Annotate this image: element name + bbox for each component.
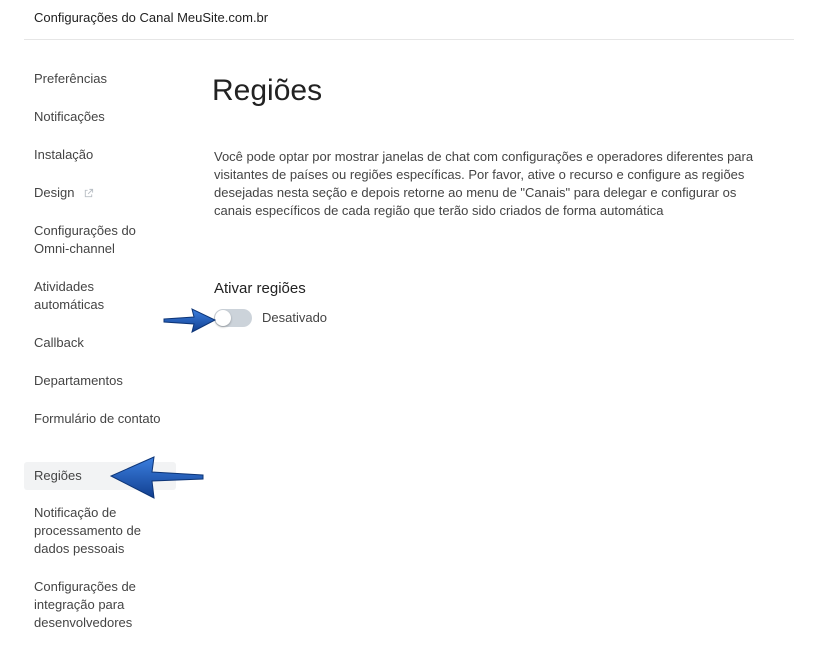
- sidebar-item-atividades-automaticas[interactable]: Atividades automáticas: [24, 278, 176, 314]
- main-content: Regiões Você pode optar por mostrar jane…: [212, 70, 772, 327]
- enable-regions-heading: Ativar regiões: [214, 280, 306, 297]
- sidebar-item-instalacao[interactable]: Instalação: [24, 146, 176, 164]
- sidebar-item-label: Preferências: [34, 71, 107, 86]
- top-bar: Configurações do Canal MeuSite.com.br: [24, 0, 794, 40]
- toggle-status-label: Desativado: [262, 310, 328, 325]
- channel-settings-title: Configurações do Canal MeuSite.com.br: [34, 10, 269, 25]
- sidebar-item-label: Formulário de contato: [34, 411, 161, 426]
- regions-description: Você pode optar por mostrar janelas de c…: [214, 149, 754, 218]
- sidebar-item-departamentos[interactable]: Departamentos: [24, 372, 176, 390]
- sidebar-item-integracao-desenvolvedores[interactable]: Configurações de integração para desenvo…: [24, 578, 176, 632]
- sidebar-item-callback[interactable]: Callback: [24, 334, 176, 352]
- sidebar-item-preferencias[interactable]: Preferências: [24, 70, 176, 88]
- sidebar-item-label: Regiões: [34, 468, 82, 483]
- annotation-arrow-icon: [109, 456, 204, 499]
- sidebar-item-label: Notificações: [34, 109, 105, 124]
- sidebar-item-processamento-dados[interactable]: Notificação de processamento de dados pe…: [24, 504, 176, 558]
- sidebar-item-omni-channel[interactable]: Configurações do Omni-channel: [24, 222, 176, 258]
- sidebar-item-label: Departamentos: [34, 373, 123, 388]
- sidebar-item-label: Notificação de processamento de dados pe…: [34, 505, 141, 556]
- sidebar-item-label: Configurações de integração para desenvo…: [34, 579, 136, 630]
- sidebar-item-label: Callback: [34, 335, 84, 350]
- annotation-arrow-icon: [163, 308, 217, 333]
- sidebar-item-label: Instalação: [34, 147, 94, 162]
- sidebar-item-design[interactable]: Design: [24, 184, 176, 202]
- enable-regions-toggle[interactable]: [214, 309, 252, 327]
- sidebar-item-formulario-contato[interactable]: Formulário de contato: [24, 410, 176, 428]
- settings-page: Configurações do Canal MeuSite.com.br Pr…: [0, 0, 828, 655]
- sidebar-item-label: Configurações do Omni-channel: [34, 223, 136, 256]
- sidebar-item-notificacoes[interactable]: Notificações: [24, 108, 176, 126]
- page-title: Regiões: [212, 74, 323, 107]
- external-link-icon: [84, 188, 94, 198]
- sidebar-item-label: Design: [34, 185, 75, 200]
- sidebar-item-label: Atividades automáticas: [34, 279, 105, 312]
